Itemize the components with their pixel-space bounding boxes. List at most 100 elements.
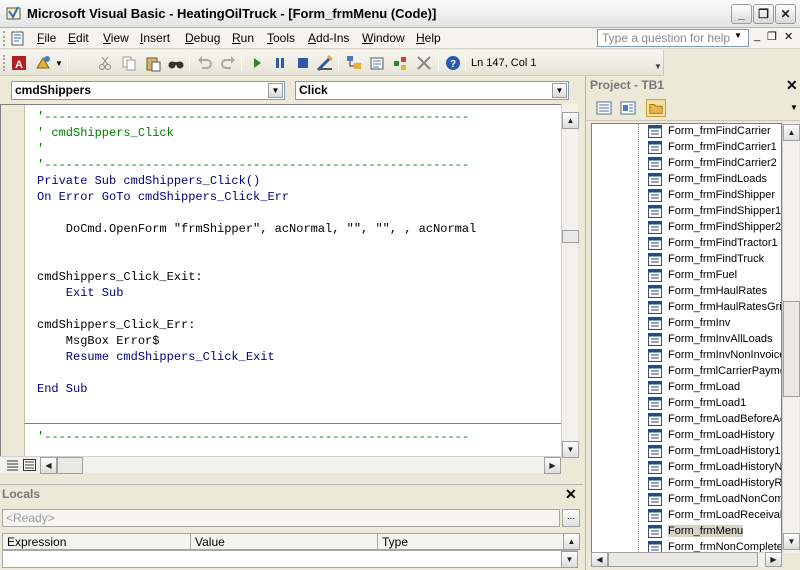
project-vertical-scrollbar[interactable]: ▲ ▼: [782, 123, 800, 553]
break-icon[interactable]: [271, 54, 289, 72]
tree-item[interactable]: Form_frmLoadBeforeAd: [648, 412, 781, 428]
hscroll-thumb[interactable]: [57, 457, 83, 474]
tree-item[interactable]: Form_frmFindLoads: [648, 172, 781, 188]
tree-item[interactable]: Form_frmLoadHistoryNo: [648, 460, 781, 476]
tree-item[interactable]: Form_frmFindCarrier1: [648, 140, 781, 156]
view-object-icon[interactable]: [618, 99, 638, 117]
tree-item[interactable]: Form_frmFindShipper1: [648, 204, 781, 220]
code-line[interactable]: MsgBox Error$: [37, 333, 160, 349]
column-divider[interactable]: [377, 534, 378, 549]
code-line[interactable]: '---------------------------------------…: [37, 429, 469, 445]
object-browser-icon[interactable]: [391, 54, 409, 72]
code-line[interactable]: On Error GoTo cmdShippers_Click_Err: [37, 189, 289, 205]
cut-icon[interactable]: [96, 54, 114, 72]
scroll-up-icon[interactable]: ▲: [783, 124, 800, 141]
tree-item[interactable]: Form_frmFindCarrier: [648, 124, 781, 140]
run-icon[interactable]: [248, 54, 266, 72]
help-dropdown-icon[interactable]: ▼: [734, 31, 742, 40]
scroll-right-icon[interactable]: ▶: [765, 552, 782, 567]
properties-window-icon[interactable]: [368, 54, 386, 72]
code-vertical-scrollbar[interactable]: ▲ ▼: [561, 104, 579, 458]
procedure-combo[interactable]: Click ▼: [295, 81, 569, 100]
tree-item[interactable]: Form_frmLoadNonComp: [648, 492, 781, 508]
insert-dropdown-icon[interactable]: ▼: [55, 59, 63, 68]
design-mode-icon[interactable]: [316, 54, 334, 72]
column-type[interactable]: Type: [382, 535, 408, 549]
tree-item[interactable]: Form_frmLoad1: [648, 396, 781, 412]
project-explorer-icon[interactable]: [345, 54, 363, 72]
code-line[interactable]: ': [37, 141, 44, 157]
scroll-down-icon[interactable]: ▼: [561, 551, 578, 568]
scroll-thumb[interactable]: [783, 301, 800, 397]
scroll-left-icon[interactable]: ◀: [40, 457, 57, 474]
minimize-button[interactable]: _: [731, 4, 752, 24]
view-access-icon[interactable]: A: [10, 54, 28, 72]
locals-list[interactable]: ▼: [2, 550, 578, 568]
help-search-input[interactable]: Type a question for help: [597, 29, 749, 47]
column-divider[interactable]: [190, 534, 191, 549]
code-line[interactable]: cmdShippers_Click_Err:: [37, 317, 195, 333]
menubar-grip[interactable]: [3, 31, 6, 46]
hscroll-thumb[interactable]: [608, 552, 758, 567]
object-combo[interactable]: cmdShippers ▼: [11, 81, 285, 100]
close-button[interactable]: ✕: [775, 4, 796, 24]
project-toolbar-options-icon[interactable]: ▼: [790, 103, 798, 112]
tree-item[interactable]: Form_frmlCarrierPayme: [648, 364, 781, 380]
tree-item[interactable]: Form_frmHaulRatesGrid: [648, 300, 781, 316]
code-line[interactable]: ' cmdShippers_Click: [37, 125, 174, 141]
menu-window[interactable]: Window: [362, 31, 405, 45]
menu-run[interactable]: Run: [232, 31, 254, 45]
menu-file[interactable]: File: [37, 31, 56, 45]
column-value[interactable]: Value: [195, 535, 225, 549]
tree-item[interactable]: Form_frmInv: [648, 316, 781, 332]
scroll-right-icon[interactable]: ▶: [544, 457, 561, 474]
code-line[interactable]: Private Sub cmdShippers_Click(): [37, 173, 260, 189]
find-icon[interactable]: [167, 54, 185, 72]
insert-module-icon[interactable]: [34, 54, 52, 72]
project-horizontal-scrollbar[interactable]: ◀ ▶: [591, 552, 782, 567]
scroll-down-icon[interactable]: ▼: [562, 441, 579, 458]
scroll-up-icon[interactable]: ▲: [563, 533, 580, 550]
procedure-view-icon[interactable]: [6, 459, 19, 471]
tree-item[interactable]: Form_frmLoad: [648, 380, 781, 396]
toolbar-grip[interactable]: [3, 55, 6, 71]
code-line[interactable]: DoCmd.OpenForm "frmShipper", acNormal, "…: [37, 221, 476, 237]
project-tree[interactable]: Form_frmFindCarrier Form_frmFindCarrier1 F…: [591, 123, 782, 565]
call-stack-button[interactable]: ...: [562, 509, 580, 527]
menu-debug[interactable]: Debug: [185, 31, 220, 45]
tree-item[interactable]: Form_frmLoadHistory: [648, 428, 781, 444]
menu-tools[interactable]: Tools: [267, 31, 295, 45]
full-module-view-icon[interactable]: [23, 459, 36, 471]
code-horizontal-scrollbar[interactable]: ◀ ▶: [0, 456, 561, 474]
toolbar-options-icon[interactable]: ▼: [654, 62, 662, 71]
menu-view[interactable]: View: [103, 31, 129, 45]
menu-help[interactable]: Help: [416, 31, 441, 45]
column-expression[interactable]: Expression: [7, 535, 66, 549]
paste-icon[interactable]: [144, 54, 162, 72]
tree-item[interactable]: Form_frmMenu: [648, 524, 781, 540]
margin-indicator-bar[interactable]: [1, 105, 25, 456]
reset-icon[interactable]: [294, 54, 312, 72]
tree-item[interactable]: Form_frmLoadHistoryRe: [648, 476, 781, 492]
scroll-up-icon[interactable]: ▲: [562, 112, 579, 129]
undo-icon[interactable]: [196, 54, 214, 72]
tree-item[interactable]: Form_frmHaulRates: [648, 284, 781, 300]
code-line[interactable]: '---------------------------------------…: [37, 157, 469, 173]
help-icon[interactable]: ?: [444, 54, 462, 72]
tree-item[interactable]: Form_frmFindTractor1: [648, 236, 781, 252]
restore-button[interactable]: ❐: [753, 4, 774, 24]
locals-close-icon[interactable]: ✕: [565, 486, 577, 503]
scroll-down-icon[interactable]: ▼: [783, 533, 800, 550]
redo-icon[interactable]: [219, 54, 237, 72]
tree-item[interactable]: Form_frmLoadReceivab: [648, 508, 781, 524]
mdi-minimize-button[interactable]: _: [754, 30, 760, 42]
tree-item[interactable]: Form_frmFindShipper2: [648, 220, 781, 236]
code-editor[interactable]: '---------------------------------------…: [0, 104, 562, 456]
scroll-thumb[interactable]: [562, 230, 579, 243]
code-line[interactable]: End Sub: [37, 381, 87, 397]
chevron-down-icon[interactable]: ▼: [268, 83, 283, 98]
view-code-icon[interactable]: [594, 99, 614, 117]
menu-edit[interactable]: Edit: [68, 31, 89, 45]
tree-item[interactable]: Form_frmFuel: [648, 268, 781, 284]
menu-add-ins[interactable]: Add-Ins: [308, 31, 349, 45]
